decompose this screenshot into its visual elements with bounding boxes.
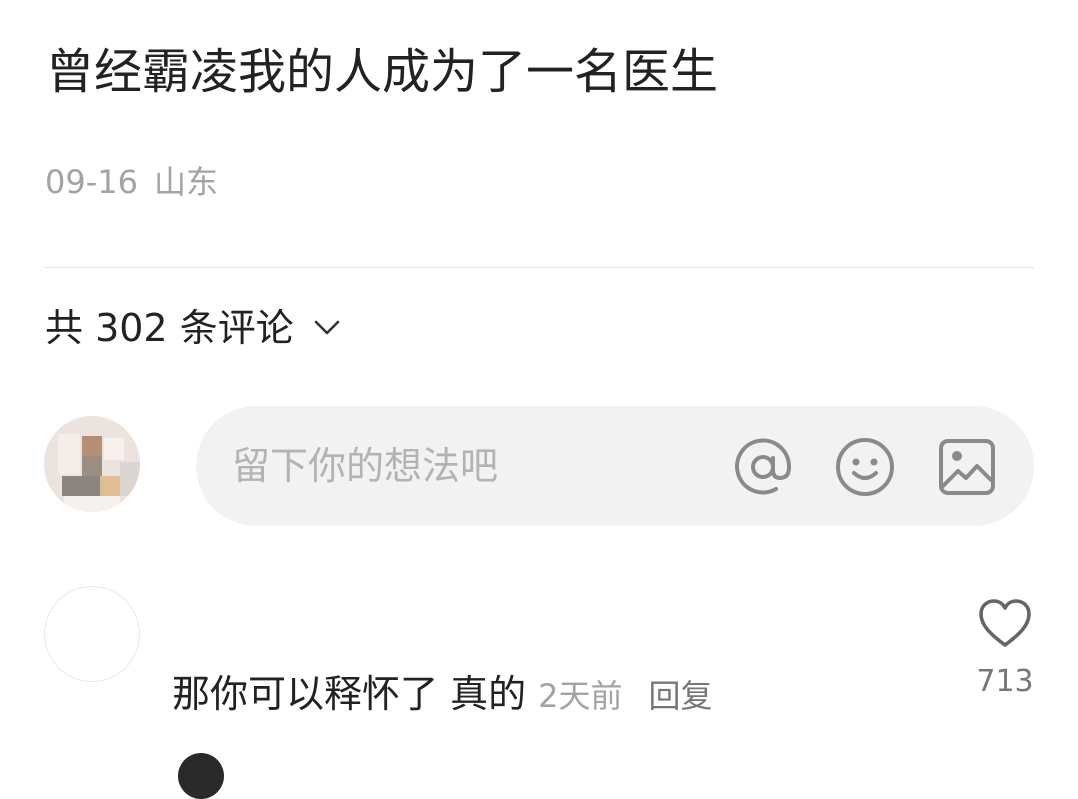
at-icon[interactable]: [732, 436, 794, 498]
emoji-icon[interactable]: [834, 436, 896, 498]
post-meta: 09-16 山东: [45, 160, 218, 204]
comment-text: 那你可以释怀了 真的: [172, 672, 527, 716]
commenter-avatar[interactable]: [44, 586, 140, 682]
comment-time: 2天前: [538, 677, 623, 715]
reply-button[interactable]: 回复: [648, 671, 712, 717]
comment-count-label: 共 302 条评论: [45, 306, 294, 350]
divider: [44, 267, 1034, 268]
chevron-down-icon: [314, 320, 340, 336]
post-location: 山东: [153, 163, 218, 201]
comment-sort-toggle[interactable]: 共 302 条评论: [45, 302, 340, 354]
comment-input-box[interactable]: 留下你的想法吧: [196, 406, 1034, 526]
image-icon[interactable]: [936, 436, 998, 498]
comment-input-placeholder[interactable]: 留下你的想法吧: [232, 442, 498, 490]
current-user-avatar[interactable]: [44, 416, 140, 512]
heart-icon[interactable]: [978, 598, 1032, 650]
like-count: 713: [976, 664, 1034, 699]
post-date: 09-16: [45, 163, 138, 201]
comment-item: 那你可以释怀了 真的 2天前 回复: [172, 668, 712, 720]
post-title: 曾经霸凌我的人成为了一名医生: [46, 44, 719, 100]
